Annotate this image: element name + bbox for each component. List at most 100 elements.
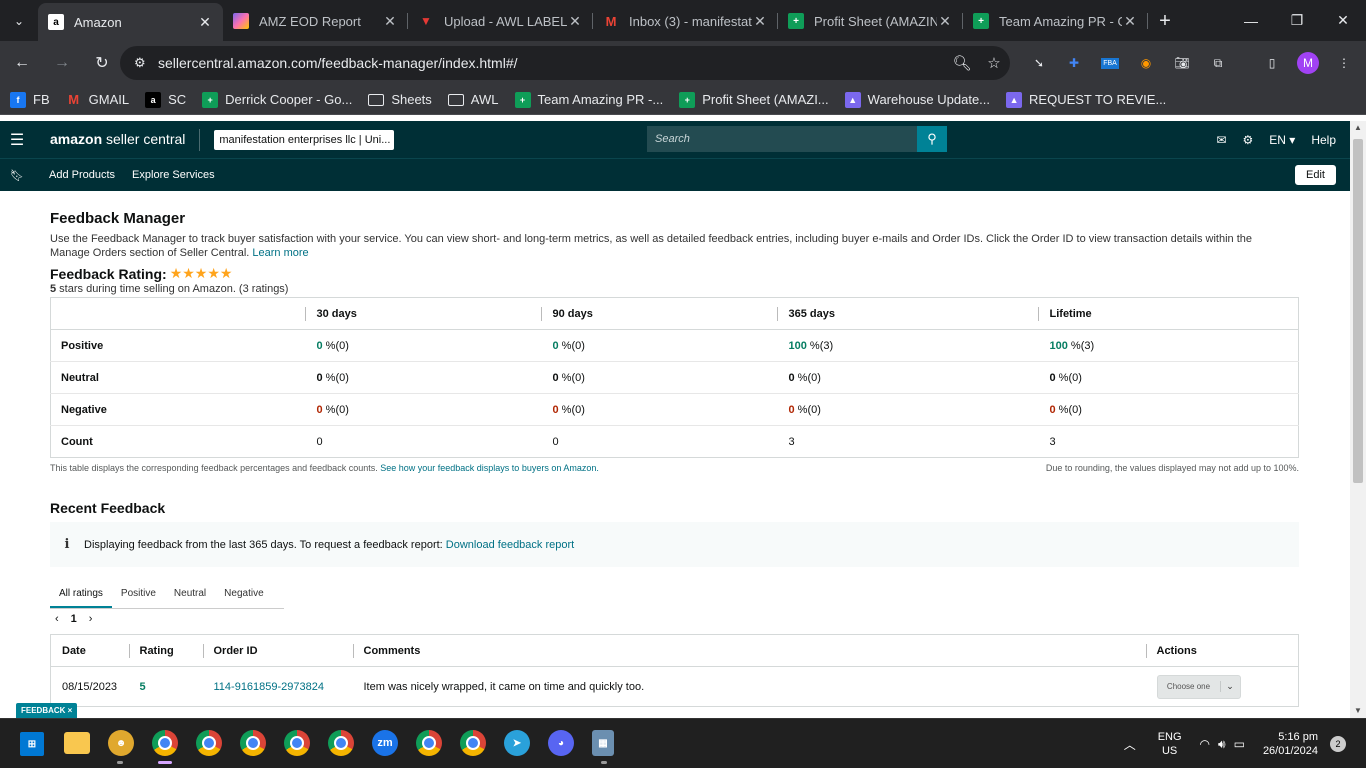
edit-nav-button[interactable]: Edit bbox=[1295, 165, 1336, 185]
chrome-icon[interactable] bbox=[416, 730, 442, 756]
bookmark-item[interactable]: ▲ REQUEST TO REVIE... bbox=[1006, 91, 1166, 108]
side-panel-icon[interactable]: ▯ bbox=[1259, 50, 1285, 76]
account-switcher[interactable]: manifestation enterprises llc | Uni... bbox=[214, 129, 395, 150]
seller-central-logo[interactable]: amazon seller central bbox=[50, 128, 201, 151]
close-tab-icon[interactable]: ✕ bbox=[567, 13, 583, 30]
site-info-icon[interactable]: ⚙ bbox=[134, 55, 156, 71]
bookmark-item[interactable]: f FB bbox=[10, 91, 50, 108]
metrics-cell: 0 %(0) bbox=[304, 329, 541, 362]
volume-icon[interactable]: 🔊︎ bbox=[1218, 737, 1226, 752]
notification-badge[interactable]: 2 bbox=[1330, 736, 1346, 752]
tab-positive[interactable]: Positive bbox=[112, 588, 165, 608]
clock[interactable]: 5:16 pm 26/01/2024 bbox=[1263, 730, 1318, 758]
extension-arrow-icon[interactable]: ➘ bbox=[1026, 50, 1052, 76]
browser-tab-inbox[interactable]: M Inbox (3) - manifestat ✕ bbox=[593, 4, 778, 38]
browser-tab-upload-awl[interactable]: ▼ Upload - AWL LABEL ✕ bbox=[408, 4, 593, 38]
close-tab-icon[interactable]: ✕ bbox=[197, 14, 213, 31]
settings-gear-icon[interactable]: ⚙ bbox=[1243, 133, 1254, 147]
extension-puzzle-blue-icon[interactable]: ✚ bbox=[1061, 50, 1087, 76]
bookmark-item[interactable]: ▭ Sheets bbox=[368, 92, 432, 107]
zoom-search-icon[interactable]: 🔍︎ bbox=[946, 54, 978, 72]
battery-icon[interactable]: ▭ bbox=[1234, 737, 1245, 751]
browser-tab-amazon[interactable]: a Amazon ✕ bbox=[38, 3, 223, 41]
close-tab-icon[interactable]: ✕ bbox=[382, 13, 398, 30]
close-window-icon[interactable]: ✕ bbox=[1320, 0, 1366, 41]
restore-icon[interactable]: ❐ bbox=[1274, 0, 1320, 41]
tab-neutral[interactable]: Neutral bbox=[165, 588, 215, 608]
calculator-icon[interactable]: ▦ bbox=[592, 730, 614, 756]
feedback-widget-tab[interactable]: FEEDBACK × bbox=[16, 703, 78, 719]
page-scrollbar[interactable]: ▲ ▼ bbox=[1350, 121, 1366, 718]
input-language[interactable]: ENG US bbox=[1158, 730, 1182, 758]
mail-icon[interactable]: ✉ bbox=[1216, 133, 1226, 147]
col-date[interactable]: Date bbox=[50, 634, 129, 667]
extension-orange-icon[interactable]: ◉ bbox=[1133, 50, 1159, 76]
url-text[interactable]: sellercentral.amazon.com/feedback-manage… bbox=[158, 55, 946, 71]
bookmark-item[interactable]: a SC bbox=[145, 91, 186, 108]
browser-tab-amz-eod[interactable]: AMZ EOD Report ✕ bbox=[223, 4, 408, 38]
chrome-icon[interactable] bbox=[284, 730, 310, 756]
learn-more-link[interactable]: Learn more bbox=[252, 247, 308, 259]
browser-tab-strip: ⌄ a Amazon ✕ AMZ EOD Report ✕ ▼ Upload -… bbox=[0, 0, 1366, 41]
prev-page-icon[interactable]: ‹ bbox=[55, 613, 59, 625]
col-rating[interactable]: Rating bbox=[128, 634, 203, 667]
minimize-icon[interactable]: — bbox=[1228, 0, 1274, 41]
bookmark-item[interactable]: ▭ AWL bbox=[447, 92, 499, 107]
fba-extension-icon[interactable]: FBA bbox=[1101, 57, 1119, 69]
nav-explore-services[interactable]: Explore Services bbox=[132, 169, 215, 181]
scroll-down-icon[interactable]: ▼ bbox=[1350, 704, 1366, 718]
search-input[interactable]: Search bbox=[647, 126, 917, 152]
hamburger-menu-icon[interactable]: ☰ bbox=[0, 130, 34, 150]
bookmark-item[interactable]: + Profit Sheet (AMAZI... bbox=[679, 91, 829, 108]
discord-icon[interactable]: ◕ bbox=[548, 730, 574, 756]
bookmark-icon[interactable]: 🔖︎ bbox=[0, 169, 34, 182]
buyer-display-link[interactable]: See how your feedback displays to buyers… bbox=[380, 463, 599, 473]
close-tab-icon[interactable]: ✕ bbox=[1122, 13, 1138, 30]
next-page-icon[interactable]: › bbox=[89, 613, 93, 625]
search-icon[interactable]: ⚲ bbox=[917, 126, 947, 152]
order-id-link[interactable]: 114-9161859-2973824 bbox=[214, 681, 325, 693]
app-character-icon[interactable]: ☻ bbox=[108, 730, 134, 756]
help-link[interactable]: Help bbox=[1311, 133, 1336, 147]
chrome-icon[interactable] bbox=[460, 730, 486, 756]
file-explorer-icon[interactable] bbox=[64, 732, 90, 754]
bookmark-item[interactable]: + Derrick Cooper - Go... bbox=[202, 91, 352, 108]
col-order-id[interactable]: Order ID bbox=[202, 634, 353, 667]
chrome-menu-icon[interactable]: ⋮ bbox=[1331, 50, 1357, 76]
scroll-thumb[interactable] bbox=[1353, 139, 1363, 483]
bookmark-star-icon[interactable]: ☆ bbox=[978, 54, 1010, 72]
back-icon[interactable]: ← bbox=[4, 45, 40, 81]
chrome-icon[interactable] bbox=[152, 730, 178, 756]
windows-start-icon[interactable]: ⊞ bbox=[20, 732, 44, 756]
tab-negative[interactable]: Negative bbox=[215, 588, 272, 608]
telegram-icon[interactable]: ➤ bbox=[504, 730, 530, 756]
bookmark-item[interactable]: + Team Amazing PR -... bbox=[514, 91, 663, 108]
extensions-icon[interactable]: ⧉ bbox=[1205, 50, 1231, 76]
scroll-up-icon[interactable]: ▲ bbox=[1350, 121, 1366, 135]
profile-avatar[interactable]: M bbox=[1297, 52, 1319, 74]
browser-tab-team-amazing[interactable]: + Team Amazing PR - G ✕ bbox=[963, 4, 1148, 38]
zoom-icon[interactable]: zm bbox=[372, 730, 398, 756]
download-feedback-report-link[interactable]: Download feedback report bbox=[446, 539, 574, 551]
bookmark-item[interactable]: M GMAIL bbox=[66, 92, 129, 108]
close-tab-icon[interactable]: ✕ bbox=[752, 13, 768, 30]
nav-add-products[interactable]: Add Products bbox=[49, 169, 115, 181]
wifi-icon[interactable]: ◠ bbox=[1200, 737, 1210, 751]
language-selector[interactable]: EN ▾ bbox=[1269, 133, 1295, 147]
close-tab-icon[interactable]: ✕ bbox=[937, 13, 953, 30]
reload-icon[interactable]: ↻ bbox=[84, 45, 120, 81]
browser-tab-profit-sheet[interactable]: + Profit Sheet (AMAZIN ✕ bbox=[778, 4, 963, 38]
chrome-icon[interactable] bbox=[328, 730, 354, 756]
tray-overflow-icon[interactable]: ︿ bbox=[1124, 736, 1136, 753]
new-tab-button[interactable]: + bbox=[1148, 4, 1182, 38]
tab-all-ratings[interactable]: All ratings bbox=[50, 588, 112, 608]
forward-icon[interactable]: → bbox=[44, 45, 80, 81]
tab-search-chevron-icon[interactable]: ⌄ bbox=[0, 0, 38, 41]
screenshot-extension-icon[interactable]: 📷︎ bbox=[1169, 50, 1195, 76]
bookmark-item[interactable]: ▲ Warehouse Update... bbox=[844, 91, 990, 108]
actions-dropdown[interactable]: Choose one ⌄ bbox=[1156, 674, 1241, 699]
address-bar[interactable]: ⚙ sellercentral.amazon.com/feedback-mana… bbox=[120, 46, 1010, 80]
chrome-icon[interactable] bbox=[240, 730, 266, 756]
chrome-icon[interactable] bbox=[196, 730, 222, 756]
current-page-number[interactable]: 1 bbox=[71, 613, 77, 625]
